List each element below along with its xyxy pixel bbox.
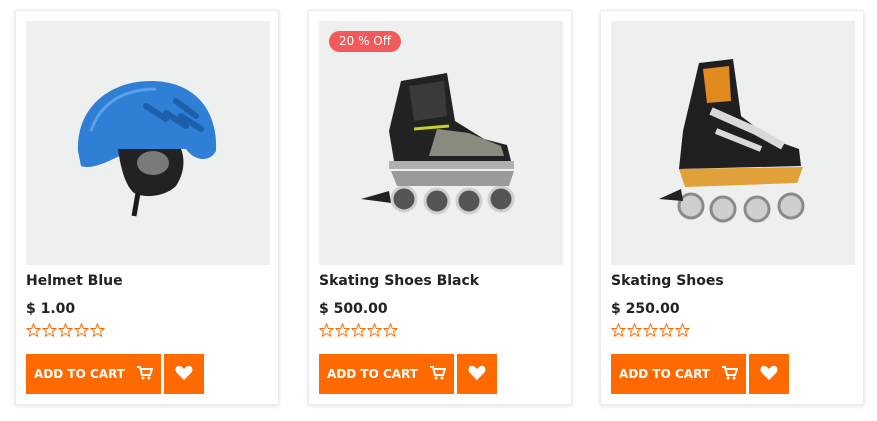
cart-icon: [429, 365, 447, 383]
product-card: 20 % Off Skating Shoes Black $ 500.00 AD…: [308, 10, 572, 405]
product-image[interactable]: [26, 21, 270, 265]
add-to-cart-button[interactable]: ADD TO CART: [26, 354, 161, 394]
star-icon: [90, 323, 105, 337]
add-to-cart-button[interactable]: ADD TO CART: [319, 354, 454, 394]
add-to-cart-label: ADD TO CART: [34, 367, 125, 381]
wishlist-button[interactable]: [164, 354, 204, 394]
add-to-cart-label: ADD TO CART: [619, 367, 710, 381]
product-title[interactable]: Skating Shoes Black: [319, 273, 479, 289]
rating-stars: [26, 323, 105, 337]
discount-badge: 20 % Off: [329, 31, 402, 52]
star-icon: [643, 323, 658, 337]
product-title[interactable]: Helmet Blue: [26, 273, 123, 289]
wishlist-button[interactable]: [457, 354, 497, 394]
product-price: $ 250.00: [611, 301, 680, 317]
star-icon: [351, 323, 366, 337]
star-icon: [383, 323, 398, 337]
cart-icon: [721, 365, 739, 383]
inline-skate-image: [659, 59, 805, 223]
product-card: Helmet Blue $ 1.00 ADD TO CART: [15, 10, 279, 405]
star-icon: [335, 323, 350, 337]
star-icon: [627, 323, 642, 337]
product-image[interactable]: 20 % Off: [319, 21, 563, 265]
product-card: Skating Shoes $ 250.00 ADD TO CART: [600, 10, 864, 405]
product-price: $ 1.00: [26, 301, 76, 317]
star-icon: [367, 323, 382, 337]
star-icon: [42, 323, 57, 337]
wishlist-button[interactable]: [749, 354, 789, 394]
star-icon: [659, 323, 674, 337]
product-price: $ 500.00: [319, 301, 388, 317]
add-to-cart-label: ADD TO CART: [327, 367, 418, 381]
star-icon: [74, 323, 89, 337]
helmet-image: [77, 81, 217, 217]
star-icon: [675, 323, 690, 337]
star-icon: [611, 323, 626, 337]
rating-stars: [319, 323, 398, 337]
product-image[interactable]: [611, 21, 855, 265]
inline-skate-image: [361, 73, 515, 215]
heart-icon: [760, 365, 778, 384]
star-icon: [58, 323, 73, 337]
cart-icon: [136, 365, 154, 383]
heart-icon: [175, 365, 193, 384]
star-icon: [26, 323, 41, 337]
add-to-cart-button[interactable]: ADD TO CART: [611, 354, 746, 394]
heart-icon: [468, 365, 486, 384]
rating-stars: [611, 323, 690, 337]
product-title[interactable]: Skating Shoes: [611, 273, 724, 289]
star-icon: [319, 323, 334, 337]
